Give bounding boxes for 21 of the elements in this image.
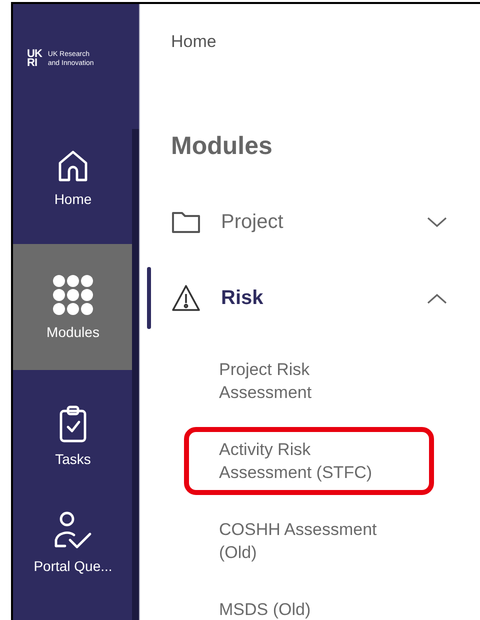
submodule-link[interactable]: Project Risk Assessment: [184, 347, 434, 415]
dots-grid-icon: [52, 274, 94, 316]
chevron-up-icon: [427, 292, 447, 304]
home-icon: [57, 149, 89, 183]
user-check-icon: [53, 510, 93, 550]
warning-icon: [171, 284, 201, 312]
sidebar-nav-item[interactable]: Tasks: [13, 396, 133, 476]
submodule-link[interactable]: COSHH Assessment (Old): [184, 507, 434, 575]
page-heading: Modules: [171, 132, 274, 161]
submodule-link[interactable]: Activity Risk Assessment (STFC): [184, 427, 434, 495]
sidebar-nav-item[interactable]: Portal Que...: [13, 502, 133, 582]
submodule-link[interactable]: MSDS (Old): [184, 587, 434, 620]
sidebar-nav-item[interactable]: Modules: [13, 244, 133, 370]
module-item[interactable]: Project: [171, 199, 447, 245]
sidebar-nav-item[interactable]: Home: [13, 138, 133, 218]
module-item[interactable]: Risk: [171, 275, 447, 321]
clipboard-check-icon: [59, 405, 87, 443]
breadcrumb-link[interactable]: Home: [171, 32, 480, 52]
logo-mark: UK RI: [27, 50, 42, 68]
chevron-down-icon: [427, 216, 447, 228]
folder-icon: [171, 210, 201, 234]
